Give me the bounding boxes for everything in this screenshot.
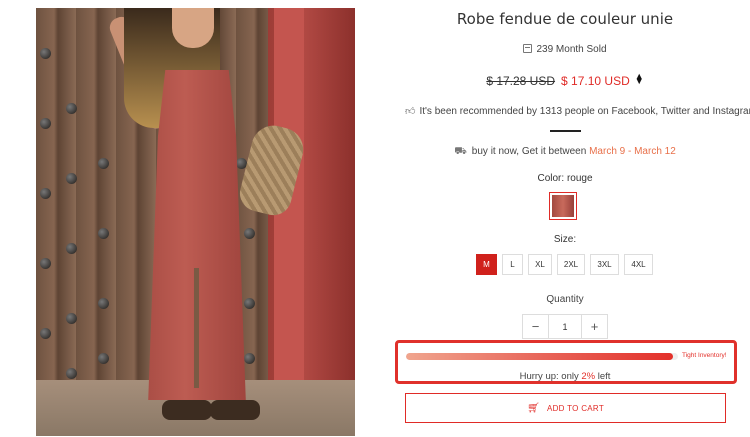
quantity-plus-button[interactable]: + — [582, 315, 607, 338]
color-swatch-rouge[interactable] — [549, 192, 577, 220]
hurry-suffix: left — [595, 371, 611, 382]
model-face — [172, 8, 214, 48]
swatch-image — [552, 195, 574, 217]
quantity-minus-button[interactable]: − — [523, 315, 548, 338]
sale-price: $ 17.10 USD — [561, 74, 630, 88]
delivery-estimate: ⛟ buy it now, Get it between March 9 - Ma… — [405, 146, 725, 159]
stock-progress-bar — [406, 353, 678, 360]
product-title: Robe fendue de couleur unie — [456, 10, 674, 28]
quantity-stepper: − + — [522, 314, 608, 339]
section-divider — [550, 130, 581, 132]
size-option-l[interactable]: L — [502, 254, 523, 275]
quantity-label: Quantity — [546, 294, 584, 305]
add-to-cart-button[interactable]: 🛒︎ ADD TO CART — [405, 393, 726, 423]
size-options: M L XL 2XL 3XL 4XL — [476, 254, 653, 275]
size-option-xl[interactable]: XL — [528, 254, 552, 275]
sandal-left — [162, 400, 212, 420]
add-to-cart-label: ADD TO CART — [546, 403, 605, 413]
stock-remaining: Hurry up: only 2% left — [405, 371, 725, 382]
hurry-text: Hurry up: only — [519, 371, 582, 382]
calendar-icon — [523, 44, 533, 53]
stock-percent: 2% — [581, 371, 596, 382]
thumbs-up-icon: 👍︎ — [405, 106, 416, 117]
size-option-4xl[interactable]: 4XL — [624, 254, 653, 275]
month-sold-text: 239 Month Sold — [536, 44, 607, 55]
color-label: Color: rouge — [537, 173, 593, 184]
dress-slit — [194, 268, 199, 388]
product-image — [36, 8, 355, 436]
size-option-3xl[interactable]: 3XL — [590, 254, 619, 275]
stock-progress-fill — [406, 353, 673, 360]
recommendation-note: 👍︎ It's been recommended by 1313 people o… — [405, 105, 750, 117]
sort-icon[interactable]: ▲ ▼ — [635, 72, 644, 86]
cart-icon: 🛒︎ — [526, 402, 540, 414]
wall-pillar — [274, 8, 304, 436]
tight-inventory-label: Tight Inventory! — [682, 352, 727, 359]
sandal-right — [210, 400, 260, 420]
price-row: $ 17.28 USD $ 17.10 USD ▲ ▼ — [405, 72, 725, 89]
size-label: Size: — [553, 234, 577, 245]
size-option-2xl[interactable]: 2XL — [557, 254, 585, 275]
month-sold: 239 Month Sold — [405, 44, 725, 55]
truck-icon: ⛟ — [454, 146, 467, 157]
original-price: $ 17.28 USD — [486, 74, 556, 88]
quantity-input[interactable] — [548, 315, 582, 338]
recommendation-text: It's been recommended by 1313 people on … — [419, 106, 750, 117]
delivery-dates: March 9 - March 12 — [589, 146, 676, 157]
size-option-m[interactable]: M — [476, 254, 497, 275]
delivery-text: buy it now, Get it between — [471, 146, 590, 157]
